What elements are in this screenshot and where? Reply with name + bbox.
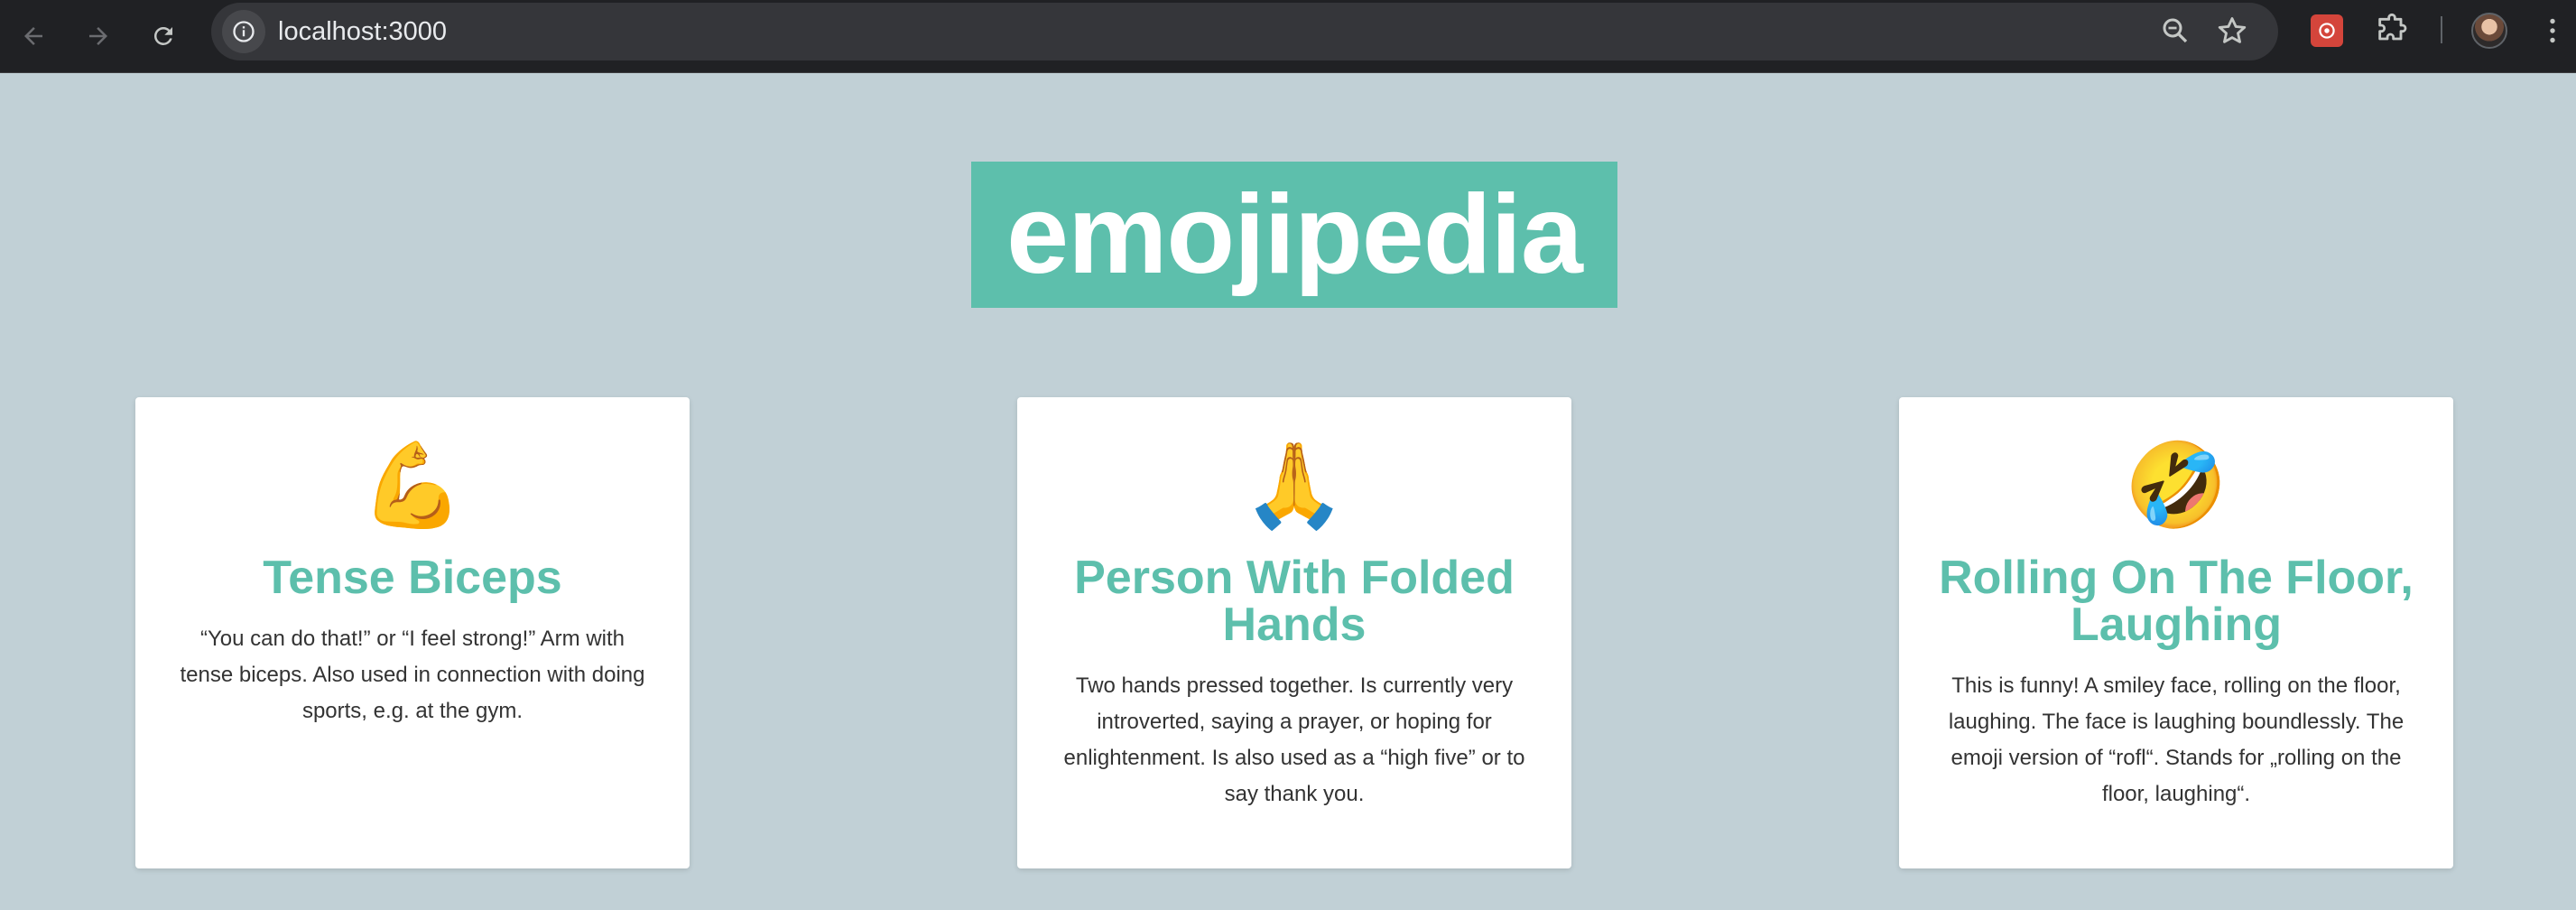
star-icon (2218, 17, 2247, 43)
tense-biceps-emoji: 💪 (360, 440, 465, 532)
info-icon (233, 21, 255, 42)
forward-arrow-icon (89, 27, 107, 45)
extensions-menu-button[interactable] (2374, 12, 2410, 52)
reload-button[interactable] (139, 12, 188, 60)
emoji-meaning: This is funny! A smiley face, rolling on… (1948, 673, 2405, 806)
extension-icon (2319, 23, 2335, 39)
bookmark-button[interactable] (2215, 14, 2249, 52)
page-title: emojipedia (1006, 172, 1583, 297)
forward-button[interactable] (74, 12, 123, 60)
emoji-meaning: Two hands pressed together. Is currently… (1063, 673, 1525, 806)
profile-avatar[interactable] (2471, 13, 2507, 49)
emoji-card-rofl: 🤣 Rolling On The Floor, Laughing This is… (1899, 397, 2453, 868)
emoji-card-tense-biceps: 💪 Tense Biceps “You can do that!” or “I … (135, 397, 690, 868)
address-bar[interactable]: localhost:3000 (211, 3, 2278, 60)
zoom-button[interactable] (2159, 14, 2191, 51)
more-menu-button[interactable] (2536, 14, 2569, 51)
back-arrow-icon (24, 27, 42, 45)
rolling-on-floor-laughing-emoji: 🤣 (2124, 440, 2229, 532)
emoji-name: Rolling On The Floor, Laughing (1939, 552, 2414, 651)
toolbar-divider (2441, 16, 2442, 43)
url-text[interactable]: localhost:3000 (278, 15, 447, 48)
extension-button[interactable] (2311, 14, 2343, 47)
zoom-icon (2163, 18, 2188, 43)
folded-hands-emoji: 🙏 (1242, 440, 1347, 532)
page-title-banner: emojipedia (971, 162, 1617, 308)
emoji-name: Person With Folded Hands (1074, 552, 1515, 651)
reload-icon (153, 26, 172, 45)
more-vert-icon (2550, 18, 2555, 43)
emoji-card-folded-hands: 🙏 Person With Folded Hands Two hands pre… (1017, 397, 1571, 868)
browser-toolbar: localhost:3000 (0, 0, 2576, 73)
back-button[interactable] (9, 12, 58, 60)
puzzle-icon (2378, 14, 2407, 41)
emoji-meaning: “You can do that!” or “I feel strong!” A… (180, 627, 645, 723)
emoji-name: Tense Biceps (263, 552, 562, 604)
site-info-button[interactable] (222, 10, 265, 53)
